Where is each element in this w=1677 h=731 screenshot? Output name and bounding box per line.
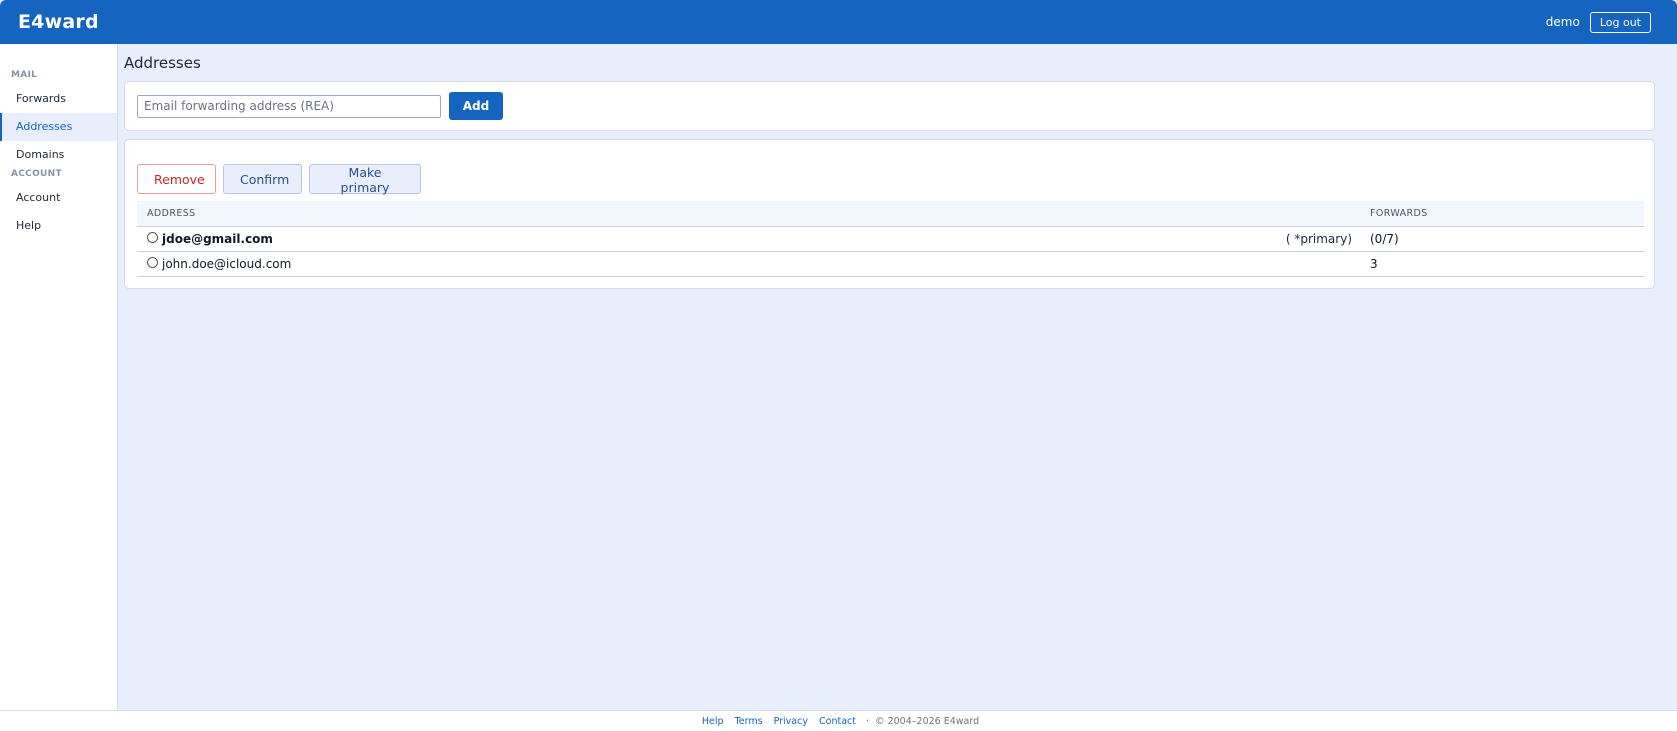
sidebar: MAIL Forwards Addresses Domains ACCOUNT … (0, 44, 118, 710)
footer: Help Terms Privacy Contact · © 2004–2026… (0, 710, 1677, 731)
username-label: demo (1545, 15, 1580, 29)
remove-button[interactable]: Remove (137, 164, 216, 194)
sidebar-item-help[interactable]: Help (0, 212, 117, 240)
add-button[interactable]: Add (449, 92, 503, 120)
table-row[interactable]: jdoe@gmail.com ( *primary) (0/7) (137, 226, 1644, 251)
primary-badge: ( *primary) (1285, 231, 1352, 246)
footer-copyright: © 2004–2026 E4ward (875, 716, 980, 727)
action-toolbar: Remove Confirm Make primary (137, 164, 1642, 195)
logout-button[interactable]: Log out (1589, 11, 1651, 33)
footer-separator: · (866, 716, 870, 727)
forwards-count: (0/7) (1370, 231, 1399, 246)
sidebar-item-account[interactable]: Account (0, 184, 117, 212)
column-header-address: ADDRESS (147, 207, 196, 219)
address-cell: john.doe@icloud.com (137, 251, 1242, 276)
sidebar-item-forwards[interactable]: Forwards (0, 85, 117, 113)
sidebar-item-addresses[interactable]: Addresses (0, 113, 117, 141)
primary-badge (1242, 251, 1370, 276)
page-title: Addresses (124, 54, 201, 72)
sidebar-section-account: ACCOUNT (11, 169, 62, 179)
user-area: demo Log out (1545, 11, 1651, 33)
row-select-radio[interactable] (147, 231, 158, 243)
address-table: ADDRESS FORWARDS jdoe@gmail.com ( *prima… (137, 201, 1644, 277)
rea-address-input[interactable] (137, 94, 441, 118)
brand-logo[interactable]: E4ward (18, 11, 99, 33)
sidebar-item-domains[interactable]: Domains (0, 141, 117, 169)
row-select-radio[interactable] (147, 256, 158, 268)
address-text: jdoe@gmail.com (162, 231, 273, 246)
address-text: john.doe@icloud.com (162, 256, 292, 271)
footer-link-help[interactable]: Help (702, 716, 724, 727)
forwards-count: 3 (1370, 256, 1378, 271)
table-row[interactable]: john.doe@icloud.com 3 (137, 251, 1644, 276)
address-cell: jdoe@gmail.com (137, 226, 1242, 251)
column-header-forwards: FORWARDS (1370, 207, 1428, 219)
column-header-primary (1242, 201, 1370, 226)
footer-link-contact[interactable]: Contact (819, 716, 856, 727)
footer-link-terms[interactable]: Terms (735, 716, 763, 727)
table-header-row: ADDRESS FORWARDS (137, 201, 1644, 226)
address-list-card: Remove Confirm Make primary ADDRESS FORW… (124, 139, 1655, 289)
footer-link-privacy[interactable]: Privacy (774, 716, 808, 727)
confirm-button[interactable]: Confirm (223, 164, 302, 194)
add-address-card: Add (124, 81, 1655, 131)
top-navbar: E4ward demo Log out (0, 0, 1677, 44)
sidebar-section-mail: MAIL (11, 70, 38, 80)
make-primary-button[interactable]: Make primary (309, 164, 421, 195)
